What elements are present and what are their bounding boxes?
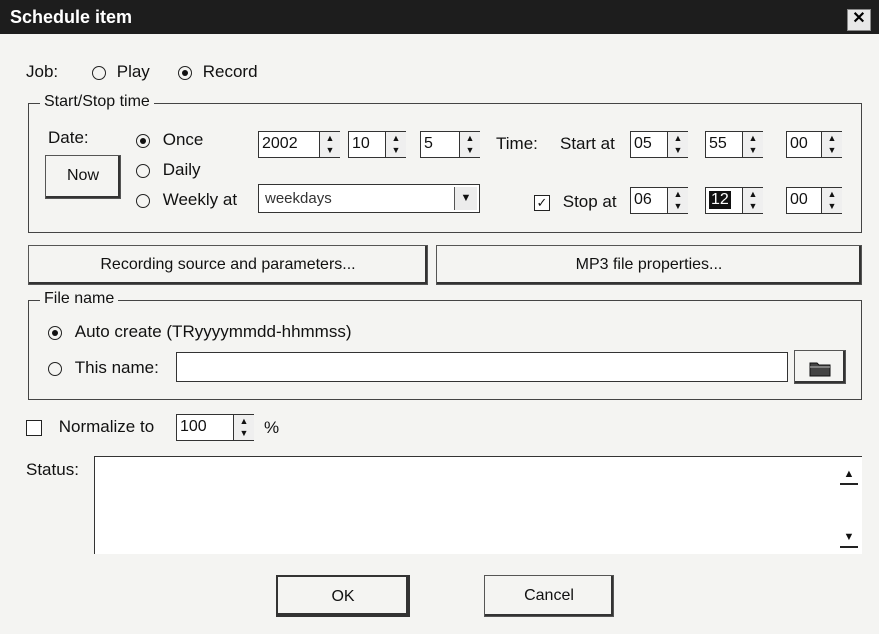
status-box[interactable]: ▲ ▼ (94, 456, 862, 554)
this-name-radio[interactable]: This name: (48, 358, 159, 378)
scroll-down-icon[interactable]: ▼ (840, 528, 858, 548)
stop-at-label: Stop at (562, 192, 617, 211)
once-radio[interactable]: Once (136, 130, 203, 150)
once-label: Once (162, 130, 204, 149)
job-label: Job: (26, 62, 59, 81)
spin-arrows-icon[interactable]: ▲ ▼ (233, 415, 254, 440)
status-label: Status: (26, 460, 79, 479)
file-name-group (28, 300, 862, 400)
close-button[interactable]: ✕ (847, 9, 871, 31)
weekly-radio[interactable]: Weekly at (136, 190, 237, 210)
stop-minute-value: 12 (709, 191, 731, 209)
spin-arrows-icon[interactable]: ▲ ▼ (385, 132, 406, 157)
now-button[interactable]: Now (45, 155, 121, 199)
play-radio[interactable]: Play (92, 62, 150, 82)
daily-label: Daily (162, 160, 201, 179)
date-label: Date: (48, 128, 89, 147)
stop-hour-value: 06 (634, 191, 652, 208)
start-minute-spinner[interactable]: 55 ▲ ▼ (705, 131, 763, 158)
start-minute-value: 55 (709, 135, 727, 152)
spin-arrows-icon[interactable]: ▲ ▼ (667, 188, 688, 213)
record-radio[interactable]: Record (178, 62, 258, 82)
ok-button[interactable]: OK (276, 575, 410, 617)
year-value: 2002 (262, 135, 298, 152)
normalize-spinner[interactable]: 100 ▲ ▼ (176, 414, 254, 441)
record-radio-icon (178, 65, 192, 80)
close-icon: ✕ (852, 10, 866, 27)
normalize-label: Normalize to (58, 417, 155, 436)
month-spinner[interactable]: 10 ▲ ▼ (348, 131, 406, 158)
window-title: Schedule item (10, 7, 133, 27)
weekly-select-value: weekdays (265, 190, 332, 207)
play-label: Play (116, 62, 150, 81)
this-name-radio-icon (48, 361, 62, 376)
daily-radio[interactable]: Daily (136, 160, 201, 180)
auto-create-radio-icon (48, 325, 62, 340)
year-spinner[interactable]: 2002 ▲ ▼ (258, 131, 340, 158)
spin-arrows-icon[interactable]: ▲ ▼ (821, 132, 842, 157)
browse-folder-button[interactable] (794, 350, 846, 384)
stop-at-checkbox[interactable]: ✓ Stop at (534, 192, 617, 212)
record-label: Record (202, 62, 258, 81)
once-radio-icon (136, 133, 150, 148)
spin-arrows-icon[interactable]: ▲ ▼ (742, 188, 763, 213)
cancel-button[interactable]: Cancel (484, 575, 614, 617)
this-name-label: This name: (74, 358, 159, 377)
start-at-label: Start at (560, 134, 615, 153)
auto-create-radio[interactable]: Auto create (TRyyyymmdd-hhmmss) (48, 322, 352, 342)
spin-arrows-icon[interactable]: ▲ ▼ (459, 132, 480, 157)
daily-radio-icon (136, 163, 150, 178)
spin-arrows-icon[interactable]: ▲ ▼ (319, 132, 340, 157)
weekly-select[interactable]: weekdays ▼ (258, 184, 480, 213)
day-value: 5 (424, 135, 433, 152)
month-value: 10 (352, 135, 370, 152)
stop-second-value: 00 (790, 191, 808, 208)
mp3-properties-button[interactable]: MP3 file properties... (436, 245, 862, 285)
play-radio-icon (92, 65, 106, 80)
spin-arrows-icon[interactable]: ▲ ▼ (667, 132, 688, 157)
day-spinner[interactable]: 5 ▲ ▼ (420, 131, 480, 158)
weekly-label: Weekly at (162, 190, 238, 209)
normalize-checkbox[interactable]: Normalize to (26, 417, 154, 437)
spin-arrows-icon[interactable]: ▲ ▼ (821, 188, 842, 213)
recording-source-button[interactable]: Recording source and parameters... (28, 245, 428, 285)
start-hour-spinner[interactable]: 05 ▲ ▼ (630, 131, 688, 158)
time-label: Time: (496, 134, 538, 153)
stop-hour-spinner[interactable]: 06 ▲ ▼ (630, 187, 688, 214)
normalize-value: 100 (180, 418, 207, 435)
stop-minute-spinner[interactable]: 12 ▲ ▼ (705, 187, 763, 214)
normalize-checkbox-box (26, 419, 42, 436)
start-hour-value: 05 (634, 135, 652, 152)
weekly-radio-icon (136, 193, 150, 208)
folder-icon (809, 362, 831, 377)
start-stop-legend: Start/Stop time (40, 93, 154, 111)
this-name-input[interactable] (176, 352, 788, 382)
chevron-down-icon[interactable]: ▼ (454, 187, 477, 210)
file-name-legend: File name (40, 290, 119, 308)
auto-create-label: Auto create (TRyyyymmdd-hhmmss) (74, 322, 352, 341)
title-bar: Schedule item ✕ (0, 0, 879, 34)
normalize-unit: % (264, 418, 280, 437)
start-second-value: 00 (790, 135, 808, 152)
start-second-spinner[interactable]: 00 ▲ ▼ (786, 131, 842, 158)
spin-arrows-icon[interactable]: ▲ ▼ (742, 132, 763, 157)
stop-second-spinner[interactable]: 00 ▲ ▼ (786, 187, 842, 214)
checkmark-icon: ✓ (534, 194, 550, 211)
scroll-up-icon[interactable]: ▲ (840, 465, 858, 485)
